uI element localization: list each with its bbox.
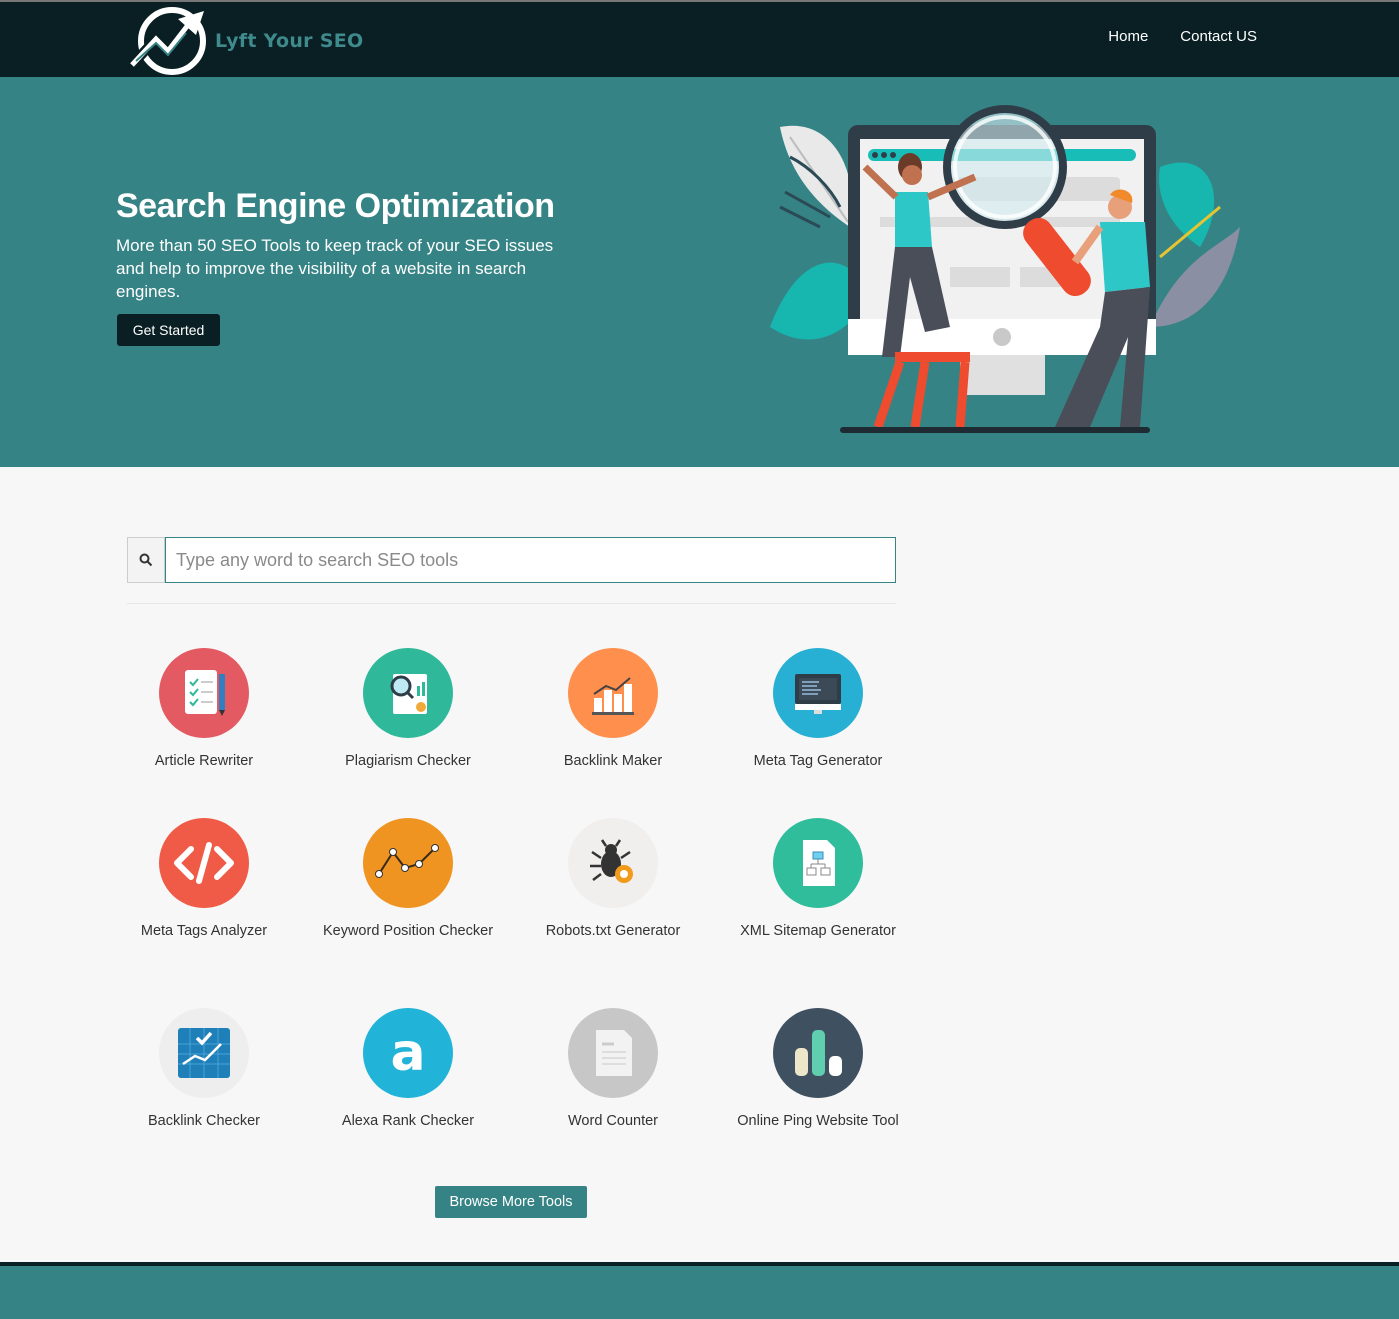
tool-backlink-maker[interactable]: Backlink Maker — [513, 648, 713, 771]
tool-label: Meta Tags Analyzer — [140, 923, 268, 939]
tool-label: Backlink Checker — [147, 1113, 260, 1129]
search-divider — [127, 603, 896, 604]
tool-plagiarism-checker[interactable]: Plagiarism Checker — [308, 648, 508, 771]
tool-article-rewriter[interactable]: Article Rewriter — [104, 648, 304, 771]
tool-keyword-position-checker[interactable]: Keyword Position Checker — [308, 818, 508, 941]
tool-label: XML Sitemap Generator — [740, 923, 896, 939]
brand-logo[interactable]: Lyft Your SEO — [126, 5, 386, 77]
sitemap-icon — [773, 818, 863, 908]
browse-more-tools-button[interactable]: Browse More Tools — [435, 1186, 587, 1218]
hero-section: Search Engine Optimization More than 50 … — [0, 77, 1399, 467]
backlink-chart-icon — [159, 1008, 249, 1098]
hero-description: More than 50 SEO Tools to keep track of … — [116, 236, 554, 301]
tool-label: Alexa Rank Checker — [341, 1113, 475, 1129]
tool-search — [127, 537, 896, 583]
meta-tag-generator-icon — [773, 648, 863, 738]
nav-home-link[interactable]: Home — [1108, 28, 1148, 45]
tool-backlink-checker[interactable]: Backlink Checker — [104, 1008, 304, 1131]
bug-icon — [568, 818, 658, 908]
tool-label: Online Ping Website Tool — [737, 1113, 899, 1129]
tool-meta-tags-analyzer[interactable]: Meta Tags Analyzer — [104, 818, 304, 941]
search-input[interactable] — [165, 537, 896, 583]
backlink-maker-icon — [568, 648, 658, 738]
tool-label: Meta Tag Generator — [753, 753, 883, 769]
search-icon[interactable] — [127, 537, 165, 583]
tool-alexa-rank-checker[interactable]: a Alexa Rank Checker — [308, 1008, 508, 1131]
keyword-position-icon — [363, 818, 453, 908]
ping-bars-icon — [773, 1008, 863, 1098]
article-rewriter-icon — [159, 648, 249, 738]
seo-illustration — [770, 105, 1240, 433]
navbar: Lyft Your SEO Home Contact US — [0, 2, 1399, 77]
footer — [0, 1266, 1399, 1319]
code-icon — [159, 818, 249, 908]
tool-robots-txt-generator[interactable]: Robots.txt Generator — [513, 818, 713, 941]
tool-word-counter[interactable]: Word Counter — [513, 1008, 713, 1131]
tool-online-ping-website[interactable]: Online Ping Website Tool — [718, 1008, 918, 1131]
logo-arrow-icon — [126, 7, 206, 75]
tool-label: Backlink Maker — [563, 753, 663, 769]
get-started-button[interactable]: Get Started — [117, 314, 220, 346]
document-icon — [568, 1008, 658, 1098]
tool-label: Robots.txt Generator — [545, 923, 681, 939]
svg-text:a: a — [390, 1024, 425, 1082]
alexa-icon: a — [363, 1008, 453, 1098]
tool-label: Article Rewriter — [154, 753, 254, 769]
nav-contact-link[interactable]: Contact US — [1180, 28, 1257, 45]
tool-xml-sitemap-generator[interactable]: XML Sitemap Generator — [718, 818, 918, 941]
main-nav: Home Contact US — [1108, 28, 1257, 45]
hero-title: Search Engine Optimization — [116, 187, 555, 225]
tool-label: Word Counter — [568, 1113, 658, 1129]
tool-meta-tag-generator[interactable]: Meta Tag Generator — [718, 648, 918, 771]
tool-label: Plagiarism Checker — [345, 753, 471, 769]
tool-label: Keyword Position Checker — [322, 923, 494, 939]
plagiarism-checker-icon — [363, 648, 453, 738]
brand-name: Lyft Your SEO — [215, 30, 364, 52]
